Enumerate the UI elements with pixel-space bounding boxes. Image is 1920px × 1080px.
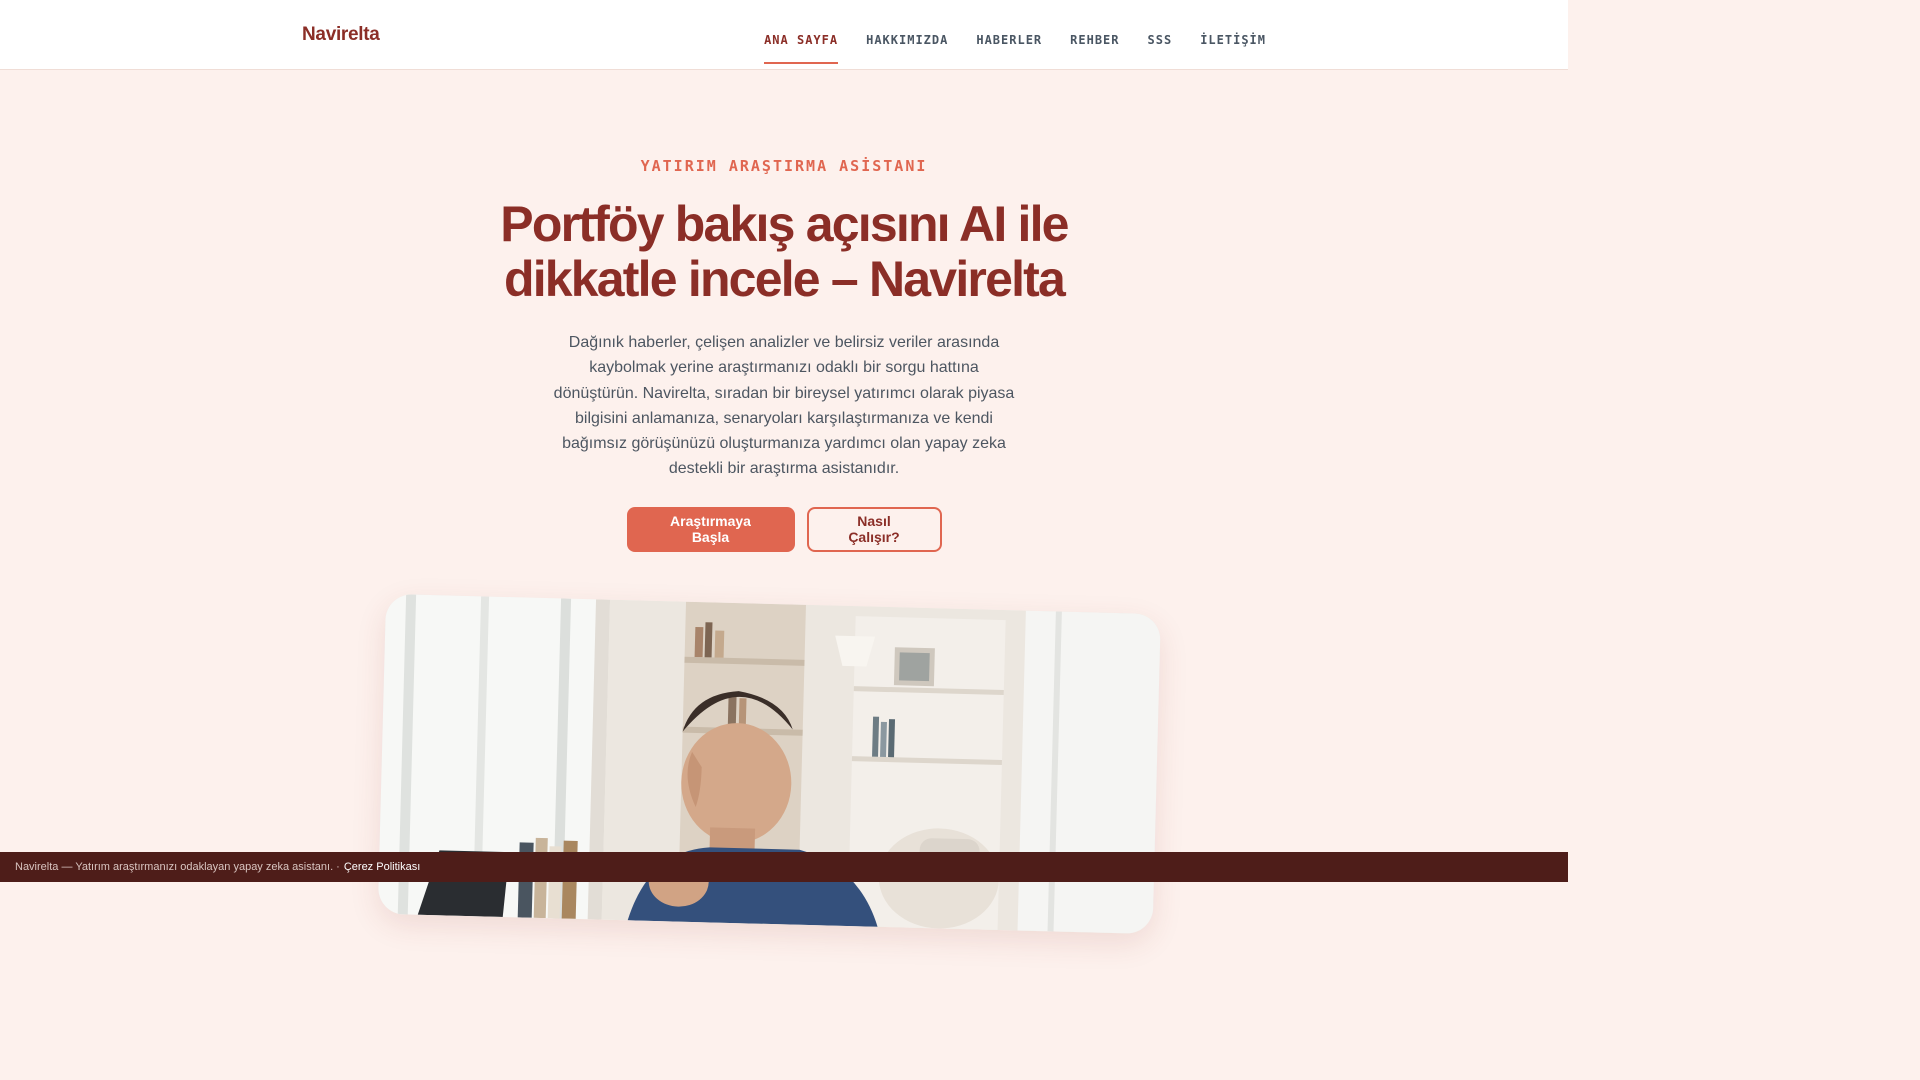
nav-item-contact[interactable]: İLETİŞİM [1200,0,1266,64]
nav-item-faq[interactable]: SSS [1148,0,1173,64]
start-research-button[interactable]: Araştırmaya Başla [626,506,795,552]
main-nav: ANA SAYFA HAKKIMIZDA HABERLER REHBER SSS… [736,0,1266,70]
site-logo[interactable]: Navirelta [302,24,380,46]
hero-image [377,593,1161,935]
hero-description: Dağınık haberler, çelişen analizler ve b… [553,334,1015,478]
nav-item-news[interactable]: HABERLER [976,0,1042,64]
hero-actions: Araştırmaya Başla Nasıl Çalışır? [0,506,1568,552]
hero-photo-illustration [377,593,1161,935]
nav-item-guide[interactable]: REHBER [1070,0,1119,64]
nav-item-home[interactable]: ANA SAYFA [764,0,839,64]
site-footer: Navirelta — Yatırım araştırmanızı odakla… [0,852,1568,882]
hero-eyebrow: YATIRIM ARAŞTIRMA ASİSTANI [640,157,928,175]
hero-section: YATIRIM ARAŞTIRMA ASİSTANI Portföy bakış… [0,70,1568,552]
site-header: Navirelta ANA SAYFA HAKKIMIZDA HABERLER … [0,0,1568,70]
hero-title: Portföy bakış açısını AI ile dikkatle in… [500,196,1069,307]
how-it-works-button[interactable]: Nasıl Çalışır? [806,506,942,552]
nav-item-about[interactable]: HAKKIMIZDA [866,0,948,64]
cookie-policy-link[interactable]: Çerez Politikası [344,861,420,873]
footer-text: Navirelta — Yatırım araştırmanızı odakla… [15,861,340,873]
